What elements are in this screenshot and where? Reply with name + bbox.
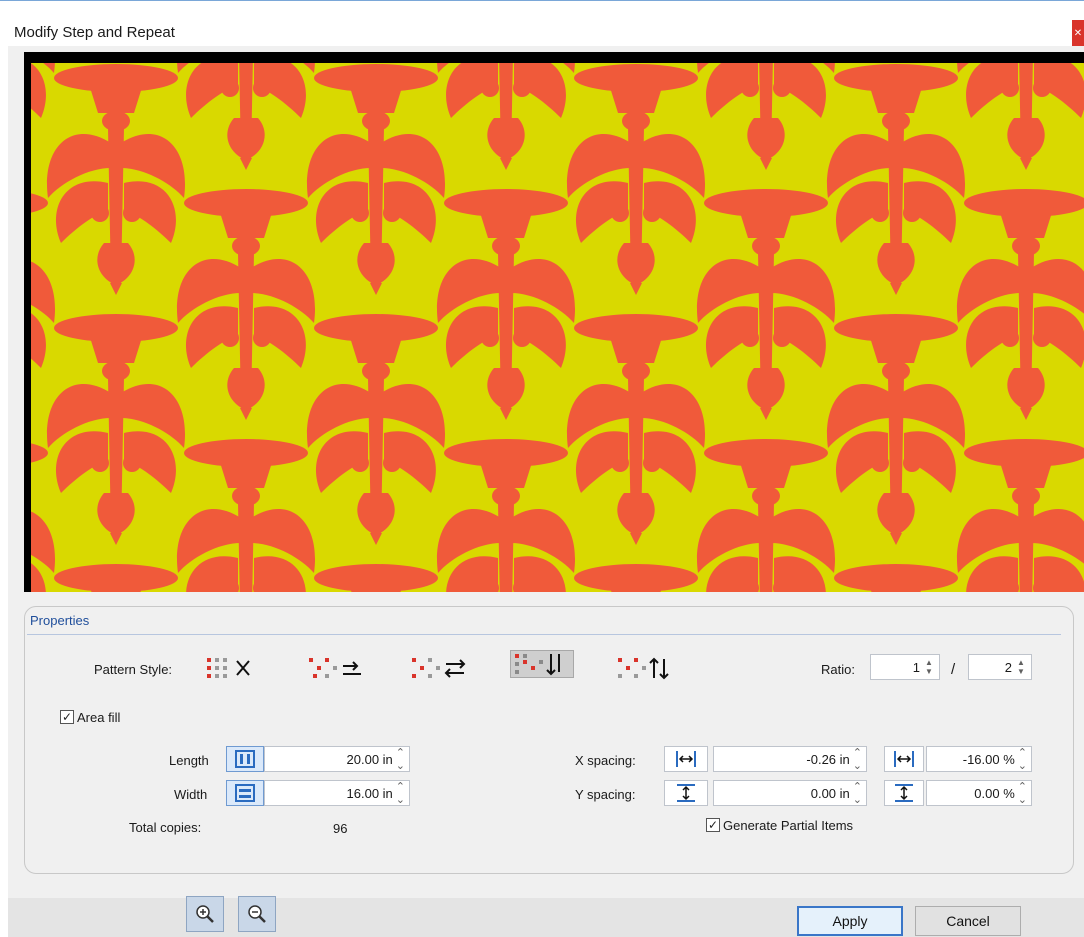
- grid-pattern-icon: [207, 658, 250, 678]
- y-spacing-field-icon-box: [664, 780, 708, 806]
- generate-partial-items-checkbox[interactable]: ✓: [706, 818, 720, 832]
- vertical-spacing-icon: [677, 784, 695, 802]
- total-copies-label: Total copies:: [129, 820, 202, 835]
- brick-right-pattern-icon: [309, 658, 361, 678]
- properties-divider: [27, 634, 1061, 635]
- x-spacing-field-icon-box: [664, 746, 708, 772]
- ratio-denominator-spinner[interactable]: 2 ▲ ▼: [968, 654, 1032, 680]
- x-spacing-percent-icon-box: [884, 746, 924, 772]
- half-drop-swap-pattern-icon: [618, 657, 669, 680]
- close-button[interactable]: ✕: [1072, 20, 1084, 48]
- spinner-arrows-icon[interactable]: ⌃ ⌄: [1018, 746, 1027, 772]
- area-fill-checkbox[interactable]: ✓: [60, 710, 74, 724]
- width-value: 16.00 in: [346, 785, 393, 801]
- y-spacing-percent-spinner[interactable]: 0.00 % ⌃ ⌄: [926, 780, 1032, 806]
- brick-swap-pattern-icon: [412, 658, 466, 678]
- generate-partial-items-label: Generate Partial Items: [723, 818, 854, 833]
- width-icon: [235, 784, 255, 802]
- x-spacing-spinner[interactable]: -0.26 in ⌃ ⌄: [713, 746, 867, 772]
- window-title: Modify Step and Repeat: [14, 24, 175, 41]
- x-spacing-value: -0.26 in: [806, 751, 850, 767]
- pattern-style-label: Pattern Style:: [94, 662, 173, 677]
- area-fill-label: Area fill: [77, 710, 121, 725]
- y-spacing-label: Y spacing:: [575, 787, 636, 802]
- ratio-separator: /: [951, 661, 956, 678]
- pattern-style-brick-swap-button[interactable]: [408, 654, 470, 682]
- pattern-preview: [24, 52, 1084, 592]
- ratio-numerator-spinner[interactable]: 1 ▲ ▼: [870, 654, 940, 680]
- length-field-icon-box: [226, 746, 264, 772]
- spinner-arrows-icon[interactable]: ⌃ ⌄: [396, 746, 405, 772]
- length-value: 20.00 in: [346, 751, 393, 767]
- y-spacing-percent-value: 0.00 %: [974, 785, 1015, 801]
- title-bar: Modify Step and Repeat: [0, 6, 1084, 46]
- y-spacing-spinner[interactable]: 0.00 in ⌃ ⌄: [713, 780, 867, 806]
- length-spinner[interactable]: 20.00 in ⌃ ⌄: [264, 746, 410, 772]
- pattern-style-half-drop-button[interactable]: [510, 650, 574, 678]
- length-icon: [235, 750, 255, 768]
- length-label: Length: [169, 753, 209, 768]
- vertical-spacing-percent-icon: [895, 784, 913, 802]
- spinner-arrows-icon[interactable]: ⌃ ⌄: [1018, 780, 1027, 806]
- total-copies-value: 96: [333, 821, 348, 836]
- spinner-arrows-icon[interactable]: ▲ ▼: [1015, 657, 1027, 677]
- zoom-in-button[interactable]: [186, 896, 224, 932]
- width-spinner[interactable]: 16.00 in ⌃ ⌄: [264, 780, 410, 806]
- ratio-numerator-value: 1: [912, 659, 920, 675]
- apply-button[interactable]: Apply: [797, 906, 903, 936]
- zoom-out-button[interactable]: [238, 896, 276, 932]
- y-spacing-percent-icon-box: [884, 780, 924, 806]
- zoom-out-icon: [248, 905, 266, 923]
- cancel-button[interactable]: Cancel: [915, 906, 1021, 936]
- spinner-arrows-icon[interactable]: ▲ ▼: [923, 657, 935, 677]
- pattern-style-brick-button[interactable]: [305, 654, 367, 682]
- x-spacing-percent-spinner[interactable]: -16.00 % ⌃ ⌄: [926, 746, 1032, 772]
- pattern-style-grid-button[interactable]: [203, 654, 263, 682]
- ratio-denominator-value: 2: [1004, 659, 1012, 675]
- half-drop-down-pattern-icon: [515, 654, 560, 676]
- spinner-arrows-icon[interactable]: ⌃ ⌄: [396, 780, 405, 806]
- ratio-label: Ratio:: [821, 662, 855, 677]
- width-label: Width: [174, 787, 208, 802]
- properties-title: Properties: [30, 613, 90, 628]
- pattern-style-half-drop-swap-button[interactable]: [613, 654, 677, 682]
- horizontal-spacing-percent-icon: [894, 751, 914, 767]
- spinner-arrows-icon[interactable]: ⌃ ⌄: [853, 746, 862, 772]
- x-spacing-percent-value: -16.00 %: [962, 751, 1015, 767]
- pattern-preview-canvas: [31, 63, 1084, 592]
- zoom-in-icon: [196, 905, 214, 923]
- x-spacing-label: X spacing:: [575, 753, 636, 768]
- close-icon: ✕: [1073, 28, 1083, 39]
- width-field-icon-box: [226, 780, 264, 806]
- spinner-arrows-icon[interactable]: ⌃ ⌄: [853, 780, 862, 806]
- horizontal-spacing-icon: [676, 751, 696, 767]
- y-spacing-value: 0.00 in: [810, 785, 850, 801]
